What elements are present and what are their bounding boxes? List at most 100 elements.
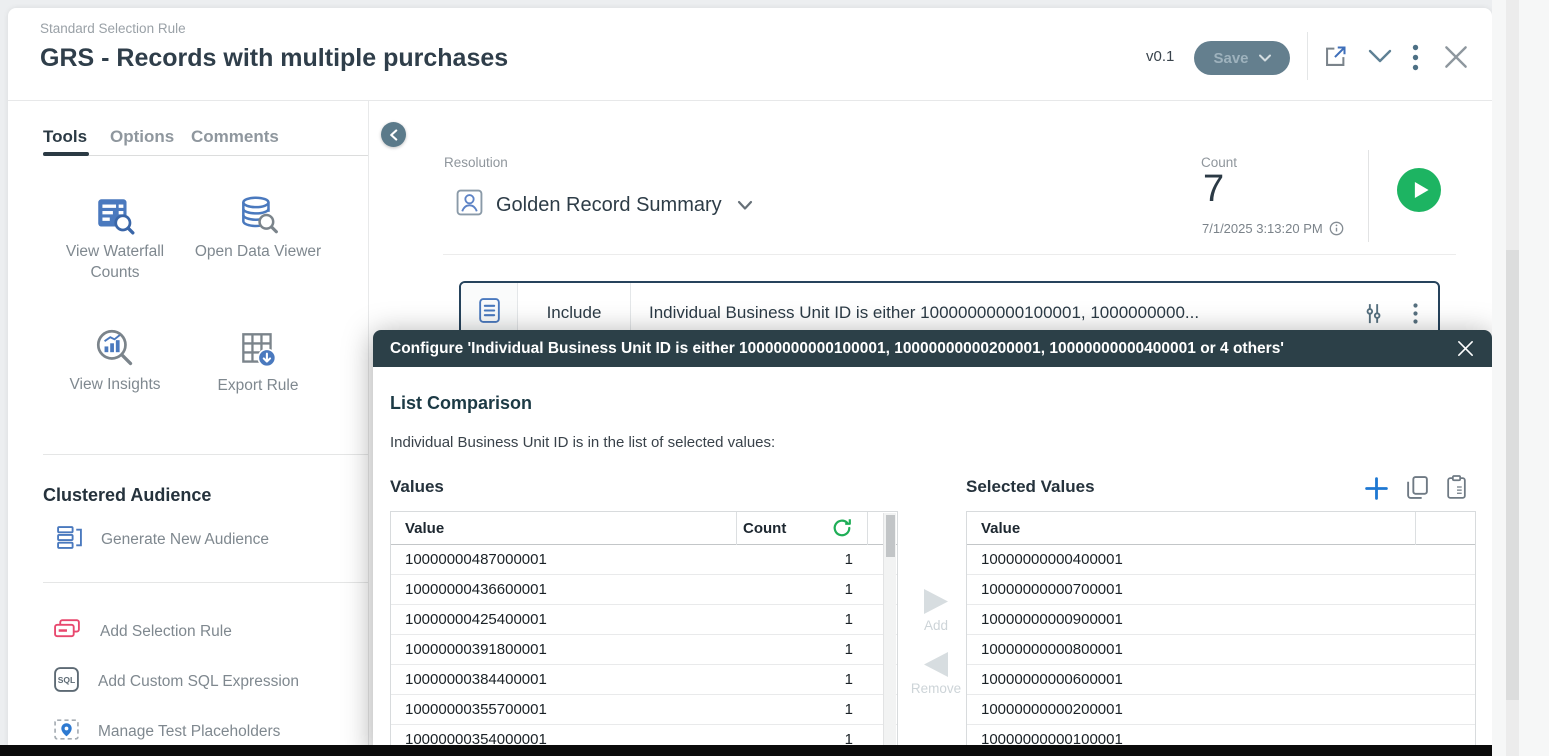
- tool-view-insights[interactable]: View Insights: [50, 326, 180, 396]
- count-timestamp-text: 7/1/2025 3:13:20 PM: [1202, 221, 1323, 236]
- run-count-button[interactable]: [1397, 168, 1441, 212]
- column-divider: [867, 512, 868, 545]
- active-tab-underline: [43, 152, 89, 156]
- tab-comments[interactable]: Comments: [191, 127, 279, 147]
- table-row[interactable]: 10000000000700001: [967, 575, 1475, 605]
- tool-label: Open Data Viewer: [193, 242, 323, 263]
- resolution-label: Resolution: [444, 155, 508, 170]
- selected-table-header: Value: [967, 512, 1475, 545]
- column-divider: [736, 512, 737, 545]
- column-header-value[interactable]: Value: [967, 520, 1475, 537]
- data-viewer-icon: [236, 224, 280, 241]
- tool-open-data-viewer[interactable]: Open Data Viewer: [193, 193, 323, 263]
- cell-count: 1: [793, 611, 853, 628]
- sliders-icon[interactable]: [1362, 302, 1385, 325]
- values-table-body: 1000000048700000111000000043660000111000…: [391, 545, 897, 755]
- values-table-scroll-thumb[interactable]: [886, 515, 895, 557]
- cell-value: 10000000355700001: [391, 701, 793, 718]
- column-header-count[interactable]: Count: [743, 520, 786, 537]
- remove-arrow-icon[interactable]: [923, 651, 949, 678]
- chevron-down-icon[interactable]: [1368, 49, 1392, 64]
- close-icon[interactable]: [1441, 42, 1471, 72]
- sidebar-item-generate-audience[interactable]: Generate New Audience: [56, 525, 269, 555]
- rule-kebab-menu-icon[interactable]: [1413, 303, 1418, 324]
- sidebar-item-label: Add Selection Rule: [100, 623, 232, 641]
- tool-view-waterfall-counts[interactable]: View Waterfall Counts: [50, 193, 180, 284]
- add-label: Add: [924, 618, 948, 633]
- tool-label: View Waterfall Counts: [50, 242, 180, 284]
- test-placeholders-icon: [53, 716, 80, 748]
- values-table-scrollbar[interactable]: [883, 513, 896, 754]
- tab-options[interactable]: Options: [110, 127, 174, 147]
- svg-text:SQL: SQL: [58, 675, 75, 685]
- count-timestamp: 7/1/2025 3:13:20 PM: [1202, 221, 1344, 236]
- cell-value: 10000000384400001: [391, 671, 793, 688]
- transfer-controls: Add Remove: [913, 580, 959, 696]
- person-icon: [456, 189, 483, 221]
- table-row[interactable]: 10000000000600001: [967, 665, 1475, 695]
- copy-icon[interactable]: [1406, 475, 1429, 500]
- header-bottom-rule: [8, 100, 1492, 101]
- cell-value: 10000000000200001: [967, 701, 1475, 718]
- modal-close-icon[interactable]: [1456, 339, 1475, 358]
- table-row[interactable]: 10000000000400001: [967, 545, 1475, 575]
- sidebar-item-add-custom-sql[interactable]: SQL Add Custom SQL Expression: [53, 666, 299, 698]
- clustered-audience-heading: Clustered Audience: [43, 485, 211, 506]
- cell-value: 10000000000600001: [967, 671, 1475, 688]
- table-row[interactable]: 100000003557000011: [391, 695, 897, 725]
- table-row[interactable]: 100000003918000011: [391, 635, 897, 665]
- save-chevron-icon: [1259, 54, 1271, 62]
- column-header-value[interactable]: Value: [391, 520, 897, 537]
- header-divider: [1307, 32, 1308, 80]
- collapse-sidebar-icon[interactable]: [381, 122, 406, 147]
- page-gutter: [1492, 0, 1549, 756]
- tool-label: View Insights: [50, 375, 180, 396]
- plus-icon[interactable]: [1364, 476, 1389, 501]
- list-comparison-heading: List Comparison: [390, 393, 532, 414]
- resolution-dropdown[interactable]: Golden Record Summary: [456, 189, 753, 221]
- app-root: Standard Selection Rule GRS - Records wi…: [0, 0, 1549, 756]
- table-row[interactable]: 10000000000900001: [967, 605, 1475, 635]
- kebab-menu-icon[interactable]: [1412, 44, 1419, 71]
- table-row[interactable]: 100000004366000011: [391, 575, 897, 605]
- cell-count: 1: [793, 641, 853, 658]
- sidebar-item-add-selection-rule[interactable]: Add Selection Rule: [53, 618, 232, 646]
- table-row[interactable]: 10000000000800001: [967, 635, 1475, 665]
- selected-table-body: 1000000000040000110000000000700001100000…: [967, 545, 1475, 755]
- remove-label: Remove: [911, 681, 961, 696]
- cell-value: 10000000487000001: [391, 551, 793, 568]
- page-title: GRS - Records with multiple purchases: [40, 44, 508, 73]
- save-button[interactable]: Save: [1194, 41, 1290, 75]
- resolution-value: Golden Record Summary: [496, 194, 722, 217]
- values-table: Value Count 1000000048700000111000000043…: [390, 511, 898, 756]
- resolution-chevron-icon: [737, 200, 753, 211]
- open-in-new-icon[interactable]: [1322, 43, 1349, 70]
- table-row[interactable]: 100000004254000011: [391, 605, 897, 635]
- cell-count: 1: [793, 671, 853, 688]
- table-row[interactable]: 100000004870000011: [391, 545, 897, 575]
- rule-type-eyebrow: Standard Selection Rule: [40, 21, 186, 36]
- info-icon[interactable]: [1329, 221, 1344, 236]
- column-divider: [1415, 512, 1416, 545]
- paste-icon[interactable]: [1446, 475, 1467, 500]
- save-button-label: Save: [1213, 50, 1248, 67]
- tabs-baseline: [43, 155, 368, 156]
- table-row[interactable]: 10000000000200001: [967, 695, 1475, 725]
- insights-icon: [92, 357, 138, 374]
- sidebar-item-manage-test-placeholders[interactable]: Manage Test Placeholders: [53, 716, 280, 748]
- count-divider: [1368, 150, 1369, 242]
- sidebar-divider: [43, 454, 368, 455]
- sidebar-item-label: Add Custom SQL Expression: [98, 673, 299, 691]
- tool-export-rule[interactable]: Export Rule: [193, 327, 323, 397]
- refresh-icon[interactable]: [831, 517, 853, 539]
- export-rule-icon: [236, 358, 280, 375]
- page-scrollbar-thumb[interactable]: [1506, 250, 1519, 700]
- modal-header: Configure 'Individual Business Unit ID i…: [373, 330, 1492, 367]
- add-arrow-icon[interactable]: [923, 588, 949, 615]
- document-icon: [478, 297, 501, 329]
- tab-tools[interactable]: Tools: [43, 127, 87, 147]
- cell-value: 10000000000800001: [967, 641, 1475, 658]
- table-row[interactable]: 100000003844000011: [391, 665, 897, 695]
- sidebar-right-border: [368, 101, 369, 745]
- selected-values-heading: Selected Values: [966, 477, 1095, 497]
